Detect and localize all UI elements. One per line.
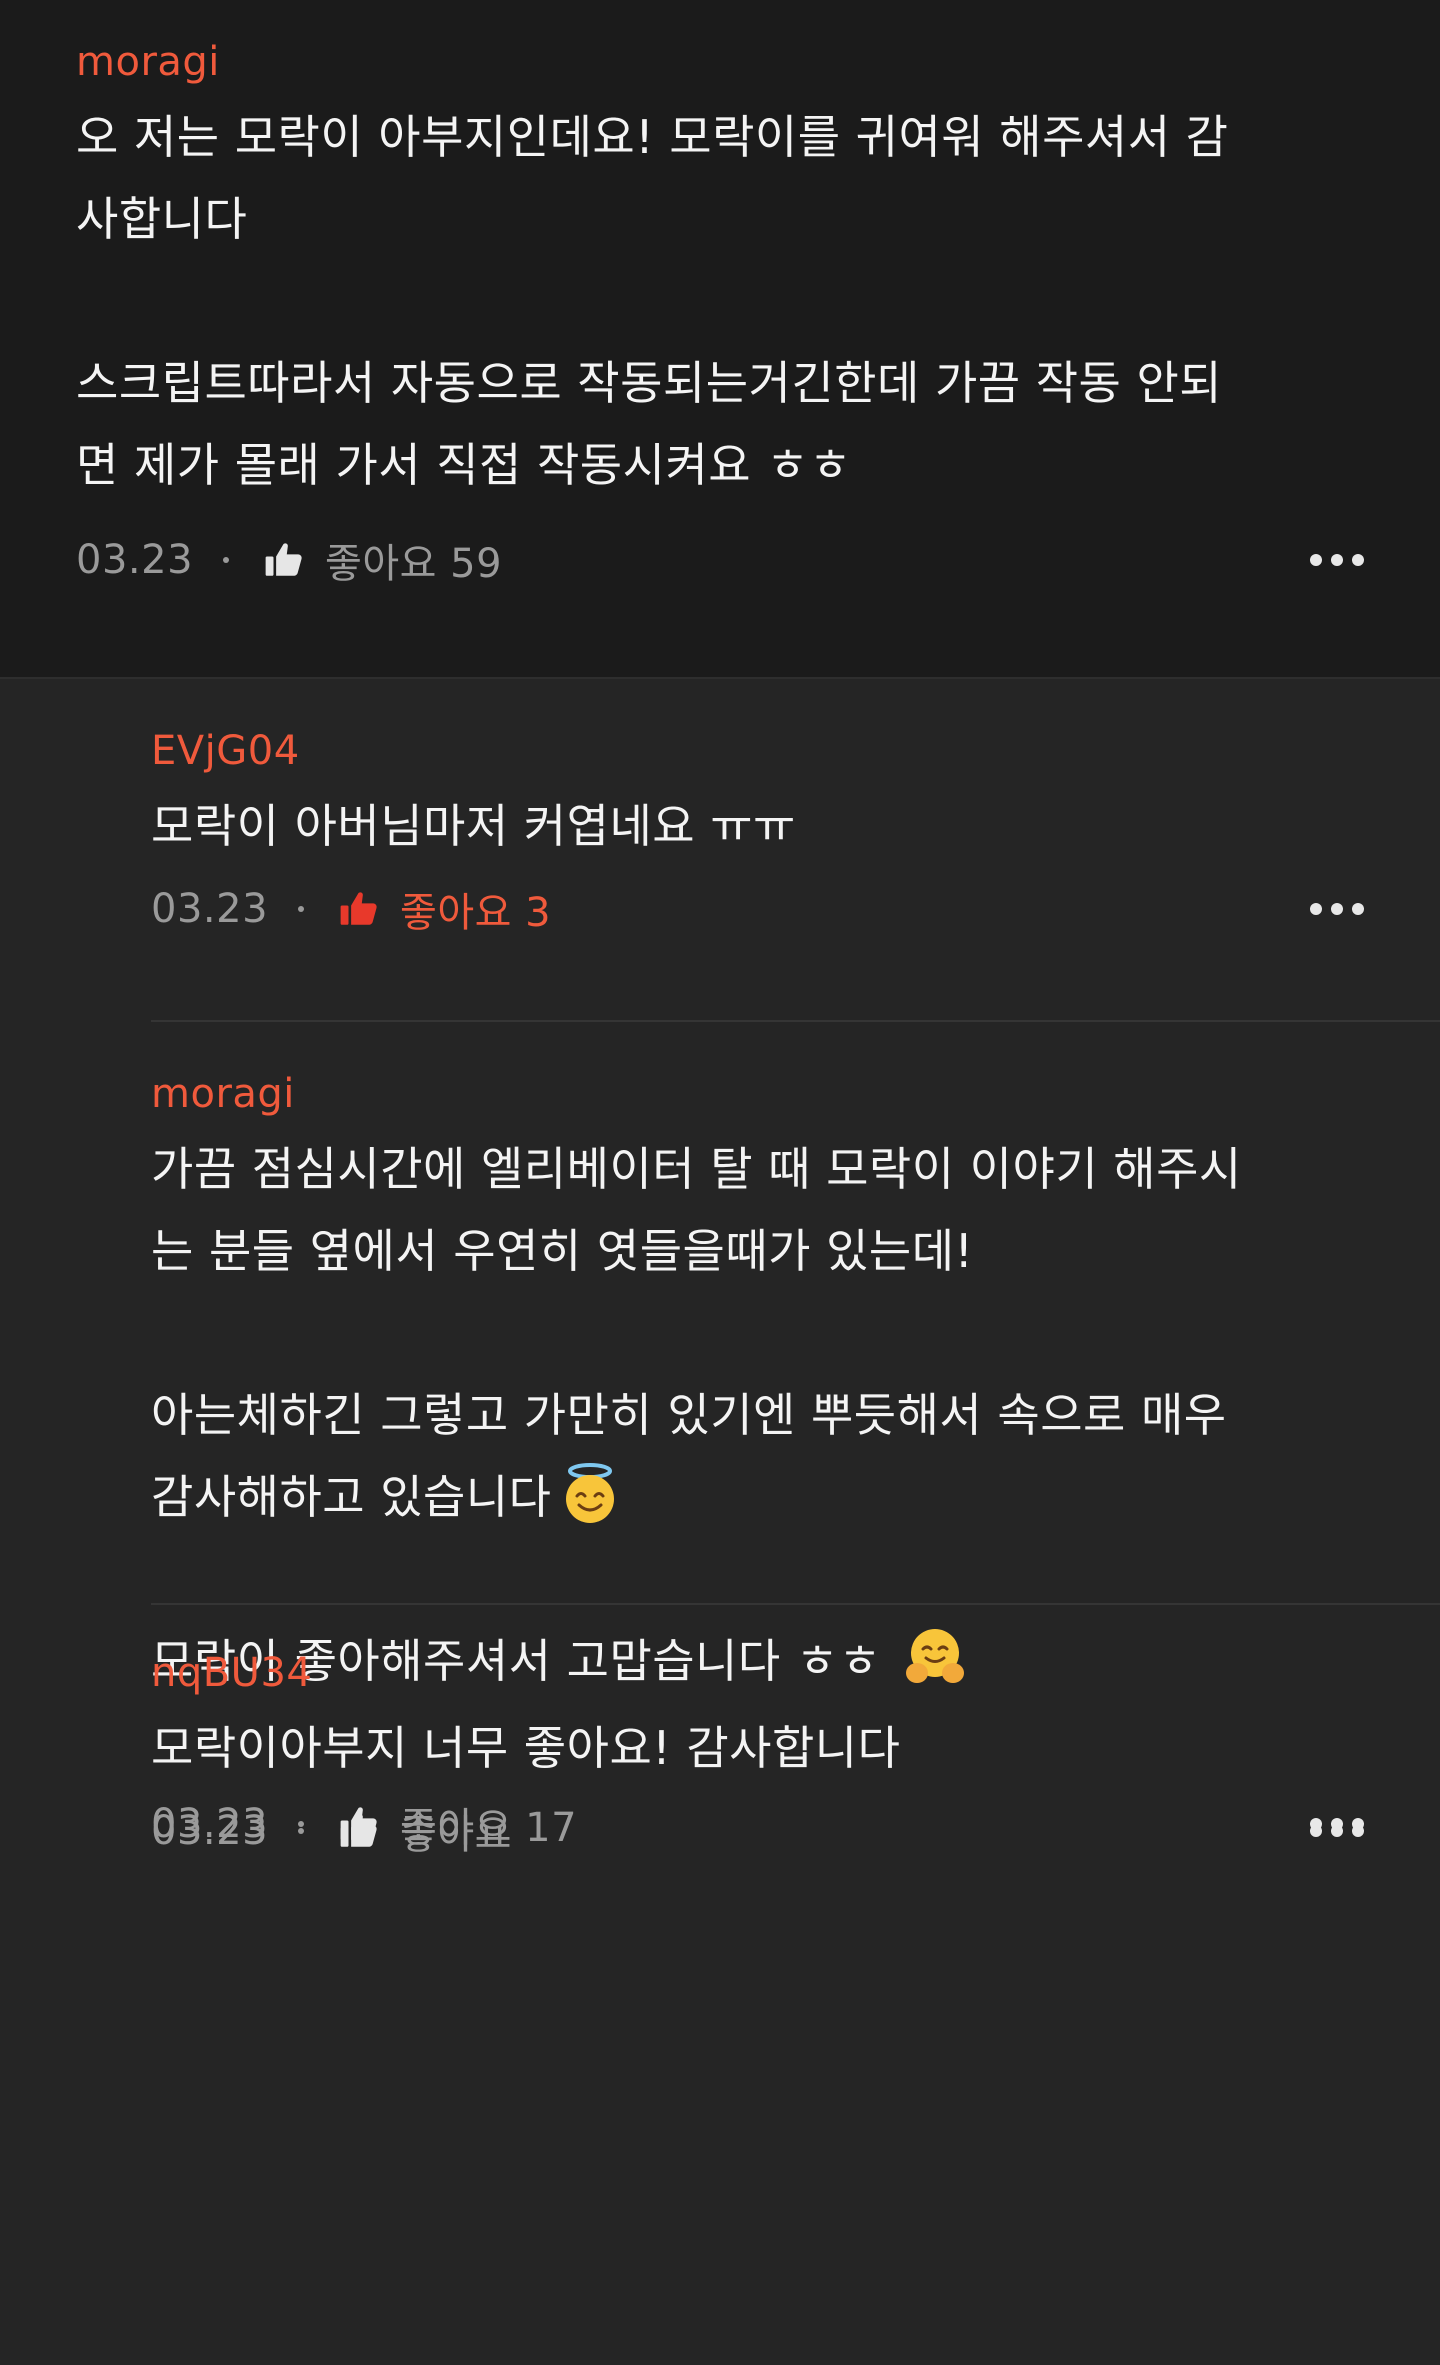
comment-text-part: 가끔 점심시간에 엘리베이터 탈 때 모락이 이야기 해주시 는 분들 옆에서 … — [151, 1142, 1242, 1524]
comment-text: 오 저는 모락이 아부지인데요! 모락이를 귀여워 해주셔서 감 사합니다 스크… — [76, 110, 1229, 492]
reply-item: nqBU34 모락이아부지 너무 좋아요! 감사합니다 03.23 좋아요 — [151, 1605, 1440, 1955]
comment-meta: 03.23 좋아요 59 — [76, 530, 1364, 590]
reply-list: EVjG04 모락이 아버님마저 커엽네요 ㅠㅠ 03.23 좋아요 3 mor… — [0, 679, 1440, 2365]
smiling-face-with-halo-icon — [565, 1463, 614, 1523]
thumbs-up-icon — [338, 888, 380, 930]
more-dot — [1352, 554, 1364, 566]
more-dot — [1331, 554, 1343, 566]
like-count: 좋아요 3 — [400, 890, 552, 936]
comment-author[interactable]: EVjG04 — [151, 723, 1364, 779]
separator-dot — [298, 1828, 305, 1834]
like-button[interactable]: 좋아요 — [338, 1802, 512, 1860]
like-button[interactable]: 좋아요 3 — [338, 880, 551, 938]
comment-author[interactable]: moragi — [151, 1066, 1364, 1122]
comment-meta: 03.23 좋아요 3 — [151, 879, 1364, 939]
comment-text: 모락이 아버님마저 커엽네요 ㅠㅠ — [151, 799, 796, 853]
more-options-button[interactable] — [1310, 903, 1364, 915]
comment-text: 모락이아부지 너무 좋아요! 감사합니다 — [151, 1721, 901, 1775]
more-dot — [1352, 1825, 1364, 1837]
thumbs-up-icon — [338, 1810, 380, 1852]
comment-date: 03.23 — [76, 537, 194, 583]
comment-date: 03.23 — [151, 886, 269, 932]
comment-top: moragi 오 저는 모락이 아부지인데요! 모락이를 귀여워 해주셔서 감 … — [0, 0, 1440, 679]
comment-author[interactable]: moragi — [76, 34, 1364, 90]
separator-dot — [298, 906, 305, 912]
more-options-button[interactable] — [1310, 1825, 1364, 1837]
more-dot — [1352, 903, 1364, 915]
like-count: 좋아요 59 — [325, 541, 503, 587]
like-button[interactable]: 좋아요 59 — [263, 531, 502, 589]
like-count: 좋아요 — [400, 1812, 512, 1858]
comment-meta: 03.23 좋아요 — [151, 1801, 1364, 1861]
more-dot — [1310, 1825, 1322, 1837]
more-options-button[interactable] — [1310, 554, 1364, 566]
comment-date: 03.23 — [151, 1808, 269, 1854]
thumbs-up-icon — [263, 539, 305, 581]
more-dot — [1331, 1825, 1343, 1837]
reply-item: moragi 가끔 점심시간에 엘리베이터 탈 때 모락이 이야기 해주시 는 … — [151, 1022, 1440, 1851]
separator-dot — [223, 557, 230, 563]
more-dot — [1331, 903, 1343, 915]
more-dot — [1310, 554, 1322, 566]
reply-item: EVjG04 모락이 아버님마저 커엽네요 ㅠㅠ 03.23 좋아요 3 — [151, 679, 1440, 1022]
more-dot — [1310, 903, 1322, 915]
comment-author[interactable]: nqBU34 — [151, 1645, 1364, 1701]
